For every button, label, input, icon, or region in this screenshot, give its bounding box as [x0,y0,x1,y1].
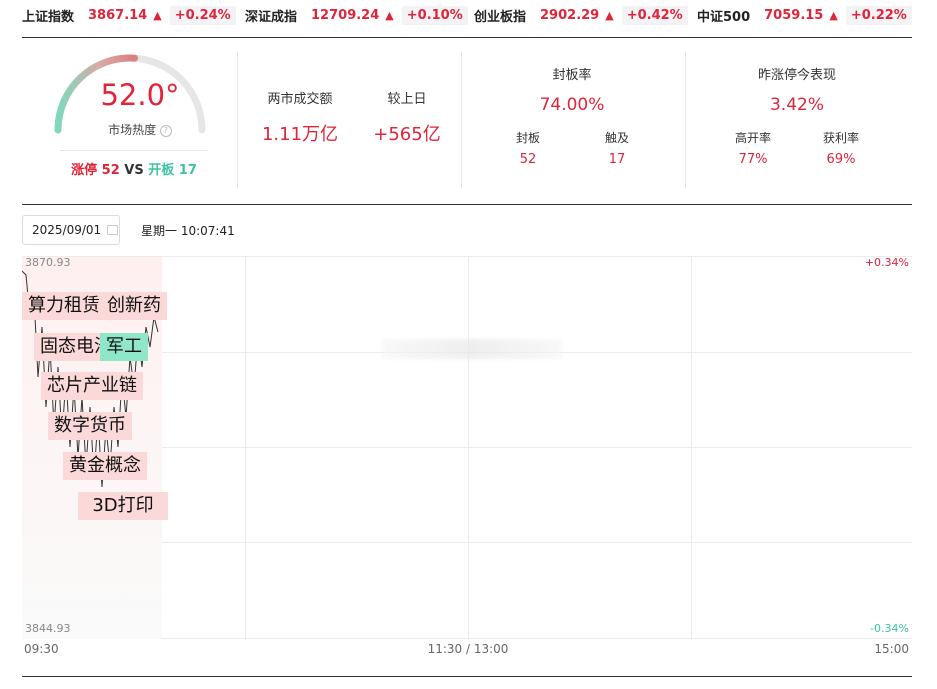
y-axis-bottom-label: 3844.93 [25,622,71,635]
index-change-badge: +0.24% [169,5,236,25]
index-name: 中证500 [697,9,751,25]
index-name: 创业板指 [474,9,527,25]
divider [237,52,238,188]
x-axis-start-label: 09:30 [24,642,59,656]
index-ticker-bar: 上证指数 3867.14 ▲ +0.24% 深证成指 12709.24 ▲ +0… [0,0,937,30]
weekday-time: 星期一 10:07:41 [141,224,235,238]
high-open-rate-label: 高开率 [734,131,771,145]
yesterday-limit-up-value: 3.42% [769,95,824,115]
index-item-shanghai[interactable]: 上证指数 3867.14 ▲ +0.24% [22,4,236,26]
index-item-csi500[interactable]: 中证500 7059.15 ▲ +0.22% [697,4,912,26]
index-name: 深证成指 [245,9,298,25]
sealed-value: 52 [519,152,537,167]
y-axis-top-label: 3870.93 [25,256,71,269]
grid-line [468,257,469,640]
up-arrow-icon: ▲ [605,8,614,22]
profit-rate-label: 获利率 [822,131,859,145]
divider [22,204,912,205]
limit-up-vs-open: 涨停 52 VS 开板 17 [58,159,210,178]
seal-rate-title: 封板率 [552,68,592,83]
index-price: 7059.15 [764,7,824,23]
index-change-badge: +0.22% [845,5,912,25]
profit-rate-value: 69% [826,152,856,167]
limit-up-label: 涨停 [71,163,98,178]
divider [60,150,208,151]
limit-up-count: 52 [101,163,120,178]
yesterday-limit-up-title: 昨涨停今表现 [757,68,836,83]
grid-line [691,257,692,640]
index-item-chinext[interactable]: 创业板指 2902.29 ▲ +0.42% [474,4,688,26]
divider [461,52,462,188]
turnover-compare-label: 较上日 [387,92,427,107]
concept-tag-innovative-drug[interactable]: 创新药 [101,292,167,320]
concept-tag-solid-state-battery[interactable]: 固态电池 [34,333,104,361]
watermark-logo [382,339,562,359]
concept-tag-3d-printing[interactable]: 3D打印 [78,492,168,520]
index-item-shenzhen[interactable]: 深证成指 12709.24 ▲ +0.10% [245,4,468,26]
index-price: 3867.14 [88,7,148,23]
vs-label: VS [124,163,144,178]
high-open-rate-value: 77% [738,152,768,167]
up-arrow-icon: ▲ [385,8,394,22]
market-heat-label-row: 市场热度 ? [90,121,190,138]
pct-axis-bottom-label: -0.34% [870,622,909,635]
index-price: 12709.24 [311,7,380,23]
date-picker[interactable]: 2025/09/01 [22,215,120,245]
concept-tag-computing-lease[interactable]: 算力租赁 [22,292,110,320]
market-heat-value: 52.0° [100,78,180,112]
divider [685,52,686,188]
turnover-compare-value: +565亿 [373,124,441,145]
turnover-value: 1.11万亿 [261,124,339,145]
grid-line [245,257,246,640]
divider [22,676,912,677]
sealed-label: 封板 [515,131,540,145]
question-circle-icon[interactable]: ? [159,124,172,137]
x-axis-mid-label: 11:30 / 13:00 [427,642,509,656]
market-stats-panel: 52.0° 市场热度 ? 涨停 52 VS 开板 17 两市成交额 1.11万亿… [22,38,912,204]
index-price: 2902.29 [540,7,600,23]
index-change-badge: +0.10% [401,5,468,25]
x-axis-end-label: 15:00 [874,642,909,656]
date-value: 2025/09/01 [32,223,102,237]
open-board-count: 17 [178,163,197,178]
up-arrow-icon: ▲ [153,8,162,22]
touched-value: 17 [608,152,626,167]
market-heat-label: 市场热度 [108,123,157,137]
index-change-badge: +0.42% [621,5,688,25]
touched-label: 触及 [604,131,629,145]
pct-axis-top-label: +0.34% [864,256,909,269]
seal-rate-value: 74.00% [539,95,605,115]
turnover-label: 两市成交额 [267,92,333,107]
concept-tag-chip-industry[interactable]: 芯片产业链 [41,372,143,400]
concept-tag-military[interactable]: 军工 [100,333,148,361]
index-name: 上证指数 [22,9,75,25]
concept-tag-gold[interactable]: 黄金概念 [63,452,147,480]
concept-tag-digital-currency[interactable]: 数字货币 [48,412,132,440]
open-board-label: 开板 [148,163,175,178]
up-arrow-icon: ▲ [829,8,838,22]
calendar-icon [107,225,119,235]
